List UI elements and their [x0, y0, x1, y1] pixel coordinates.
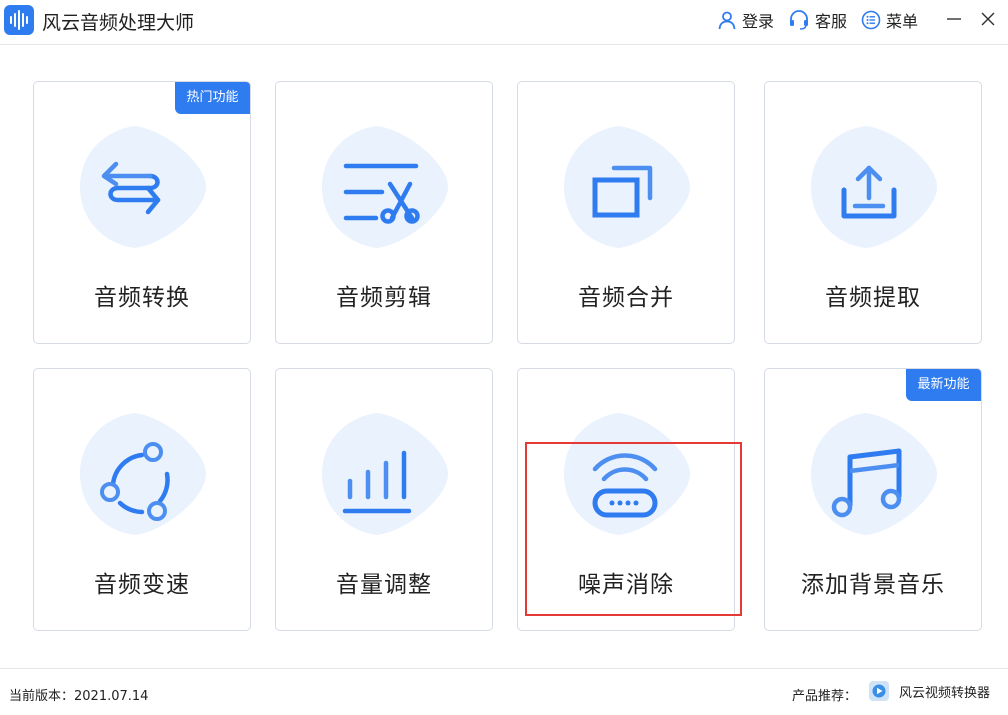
headset-icon	[790, 10, 808, 30]
merge-squares-icon	[564, 126, 690, 248]
recommend-product-link[interactable]: 风云视频转换器	[869, 681, 990, 701]
app-title: 风云音频处理大师	[42, 12, 195, 34]
swap-arrows-icon	[80, 126, 206, 248]
card-audio-convert[interactable]: 热门功能 音频转换	[33, 81, 251, 344]
cycle-dots-icon	[80, 413, 206, 535]
music-note-icon	[811, 413, 937, 535]
menu-label: 菜单	[886, 12, 919, 31]
login-button[interactable]: 登录	[717, 8, 774, 32]
menu-list-icon	[861, 10, 881, 30]
version-text: 当前版本：2021.07.14	[9, 689, 149, 704]
volume-bars-icon	[322, 413, 448, 535]
recommend-product-name: 风云视频转换器	[899, 685, 991, 701]
wifi-router-icon	[564, 413, 690, 535]
video-converter-app-icon	[869, 681, 889, 701]
hot-feature-badge: 热门功能	[175, 82, 250, 114]
login-label: 登录	[742, 12, 775, 31]
close-icon	[981, 12, 995, 26]
new-feature-badge: 最新功能	[906, 369, 981, 401]
close-button[interactable]	[978, 8, 998, 30]
card-audio-speed[interactable]: 音频变速	[33, 368, 251, 631]
card-label: 添加背景音乐	[801, 572, 945, 598]
card-add-background-music[interactable]: 最新功能 添加背景音乐	[764, 368, 982, 631]
service-label: 客服	[815, 12, 848, 31]
app-logo-icon	[4, 5, 34, 35]
status-bar: 当前版本：2021.07.14 产品推荐： 风云视频转换器	[0, 668, 1008, 715]
upload-tray-icon	[811, 126, 937, 248]
card-audio-cut[interactable]: 音频剪辑	[275, 81, 493, 344]
card-volume-adjust[interactable]: 音量调整	[275, 368, 493, 631]
card-label: 音频剪辑	[336, 285, 432, 311]
card-label: 音量调整	[336, 572, 432, 598]
card-noise-removal[interactable]: 噪声消除	[517, 368, 735, 631]
card-label: 噪声消除	[578, 572, 674, 598]
customer-service-button[interactable]: 客服	[788, 8, 847, 32]
recommend-label: 产品推荐：	[792, 689, 858, 704]
user-icon	[718, 11, 736, 30]
card-label: 音频提取	[825, 285, 921, 311]
scissors-icon	[322, 126, 448, 248]
card-label: 音频合并	[578, 285, 674, 311]
card-label: 音频转换	[94, 285, 190, 311]
menu-button[interactable]: 菜单	[861, 8, 918, 32]
card-audio-merge[interactable]: 音频合并	[517, 81, 735, 344]
title-bar: 风云音频处理大师 登录 客服 菜单	[0, 0, 1008, 45]
minimize-icon	[947, 18, 961, 20]
card-label: 音频变速	[94, 572, 190, 598]
minimize-button[interactable]	[944, 8, 964, 30]
card-audio-extract[interactable]: 音频提取	[764, 81, 982, 344]
